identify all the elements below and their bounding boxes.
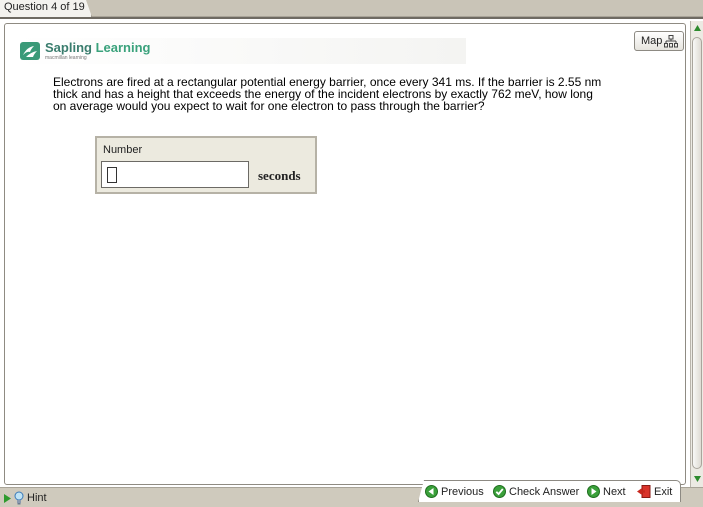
question-panel: Sapling Learning macmillan learning Map … bbox=[4, 23, 686, 485]
sitemap-icon bbox=[664, 35, 678, 48]
answer-label: Number bbox=[103, 144, 143, 156]
next-arrow-icon bbox=[587, 485, 600, 498]
map-button-label: Map bbox=[641, 35, 663, 47]
top-strip: Question 4 of 19 bbox=[0, 0, 703, 17]
scroll-thumb[interactable] bbox=[692, 37, 702, 469]
exit-label: Exit bbox=[654, 485, 673, 498]
answer-number-input[interactable] bbox=[101, 161, 249, 188]
answer-unit: seconds bbox=[258, 168, 301, 183]
question-counter-tab[interactable]: Question 4 of 19 bbox=[0, 0, 92, 17]
brand-word-learning: Learning bbox=[95, 40, 151, 55]
lightbulb-icon bbox=[14, 491, 24, 505]
hint-button[interactable]: Hint bbox=[3, 491, 47, 505]
question-line-3: on average would you expect to wait for … bbox=[53, 99, 485, 113]
hint-label: Hint bbox=[27, 492, 47, 504]
exit-door-icon bbox=[637, 485, 651, 498]
text-cursor bbox=[107, 167, 117, 183]
brand-subtitle: macmillan learning bbox=[45, 55, 87, 61]
play-arrow-icon bbox=[4, 493, 11, 503]
scroll-up-arrow-icon[interactable] bbox=[693, 24, 702, 32]
previous-button[interactable]: Previous bbox=[425, 485, 484, 498]
brand-bar: Sapling Learning macmillan learning bbox=[14, 38, 466, 64]
next-button[interactable]: Next bbox=[587, 485, 626, 498]
map-button[interactable]: Map bbox=[634, 31, 684, 51]
scroll-down-arrow-icon[interactable] bbox=[693, 475, 702, 483]
question-text: Electrons are fired at a rectangular pot… bbox=[53, 76, 643, 112]
next-label: Next bbox=[603, 485, 626, 498]
content-frame: Sapling Learning macmillan learning Map … bbox=[0, 17, 703, 487]
check-answer-label: Check Answer bbox=[509, 485, 580, 498]
answer-box: Number seconds bbox=[95, 136, 317, 194]
check-answer-button[interactable]: Check Answer bbox=[493, 485, 579, 498]
question-counter-label: Question 4 of 19 bbox=[4, 1, 85, 13]
brand-word-sapling: Sapling bbox=[45, 40, 92, 55]
navigation-panel: Previous Check Answer Next Exit bbox=[418, 480, 681, 502]
previous-label: Previous bbox=[441, 485, 484, 498]
brand-title: Sapling Learning bbox=[45, 40, 150, 55]
previous-arrow-icon bbox=[425, 485, 438, 498]
vertical-scrollbar[interactable] bbox=[690, 21, 703, 487]
exit-button[interactable]: Exit bbox=[637, 485, 672, 498]
sapling-logo-icon bbox=[20, 42, 40, 60]
checkmark-icon bbox=[493, 485, 506, 498]
